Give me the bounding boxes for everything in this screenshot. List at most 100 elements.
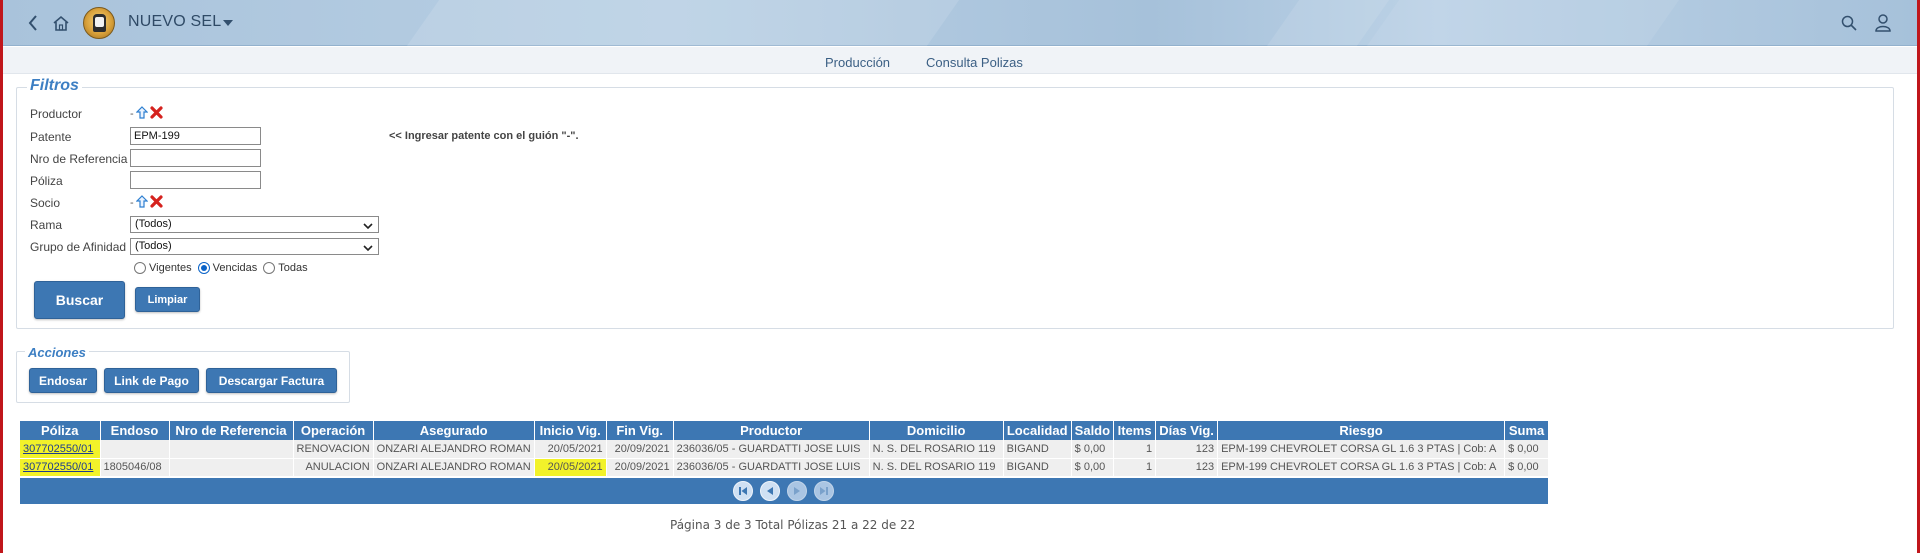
clear-x-icon[interactable] [150, 106, 163, 122]
poliza-cell[interactable]: 307702550/01 [20, 458, 101, 477]
tab-produccion[interactable]: Producción [825, 55, 890, 70]
domicilio-cell: N. S. DEL ROSARIO 119 [869, 458, 1004, 477]
pagination-info: Página 3 de 3 Total Pólizas 21 a 22 de 2… [670, 518, 916, 532]
operacion-cell: RENOVACION [293, 440, 374, 459]
last-page-icon[interactable] [814, 481, 834, 501]
app-title[interactable]: NUEVO SEL [128, 13, 221, 31]
prev-page-icon[interactable] [760, 481, 780, 501]
productor-value: - [130, 108, 134, 120]
back-arrow-icon[interactable] [23, 13, 43, 33]
logo[interactable] [83, 7, 115, 39]
endoso-cell [100, 440, 170, 459]
column-header-nro-referencia[interactable]: Nro de Referencia [169, 421, 294, 440]
fin-vig-cell: 20/09/2021 [606, 440, 674, 459]
patente-input[interactable] [130, 127, 261, 145]
column-header-productor[interactable]: Productor [673, 421, 870, 440]
column-header-dias-vig[interactable]: Días Vig. [1155, 421, 1219, 440]
nav-tabs: Producción Consulta Polizas [3, 47, 1917, 74]
suma-cell: $ 0,00 [1504, 458, 1550, 477]
endosar-button[interactable]: Endosar [29, 368, 97, 393]
header-decoration [406, 0, 960, 46]
chevron-down-icon [363, 242, 373, 257]
dias-vig-cell: 123 [1155, 458, 1219, 477]
limpiar-button[interactable]: Limpiar [135, 287, 200, 312]
asegurado-cell: ONZARI ALEJANDRO ROMAN [373, 440, 535, 459]
endoso-cell: 1805046/08 [100, 458, 170, 477]
socio-label: Socio [30, 196, 61, 210]
select-up-icon[interactable] [135, 106, 149, 122]
user-icon[interactable] [1873, 13, 1893, 33]
link-pago-button[interactable]: Link de Pago [104, 368, 199, 393]
inicio-vig-cell: 20/05/2021 [534, 458, 607, 477]
chevron-down-icon [363, 220, 373, 235]
column-header-domicilio[interactable]: Domicilio [869, 421, 1004, 440]
column-header-fin-vig[interactable]: Fin Vig. [606, 421, 674, 440]
grupo-afinidad-label: Grupo de Afinidad [30, 240, 127, 254]
column-header-operacion[interactable]: Operación [293, 421, 374, 440]
header-decoration [1366, 0, 1680, 46]
riesgo-cell: EPM-199 CHEVROLET CORSA GL 1.6 3 PTAS | … [1217, 440, 1506, 459]
column-header-inicio-vig[interactable]: Inicio Vig. [534, 421, 607, 440]
grupo-afinidad-select-value: (Todos) [135, 240, 172, 252]
top-header-bar: NUEVO SEL [3, 0, 1917, 46]
radio-vigentes[interactable] [134, 262, 146, 274]
poliza-link[interactable]: 307702550/01 [23, 443, 93, 455]
nro-referencia-label: Nro de Referencia [30, 152, 128, 166]
tab-consulta-polizas[interactable]: Consulta Polizas [926, 55, 1023, 70]
productor-cell: 236036/05 - GUARDATTI JOSE LUIS [673, 440, 870, 459]
table-header-row: Póliza Endoso Nro de Referencia Operació… [20, 421, 1550, 440]
vigencia-radio-group: Vigentes Vencidas Todas [134, 262, 308, 274]
table-row[interactable]: 307702550/01 1805046/08 ANULACION ONZARI… [20, 458, 1550, 477]
polizas-table: Póliza Endoso Nro de Referencia Operació… [20, 421, 1550, 477]
localidad-cell: BIGAND [1003, 440, 1072, 459]
inicio-vig-cell: 20/05/2021 [534, 440, 607, 459]
patente-label: Patente [30, 130, 72, 144]
search-icon[interactable] [1839, 13, 1859, 33]
home-icon[interactable] [51, 13, 71, 33]
radio-vigentes-label: Vigentes [149, 262, 192, 274]
filters-panel [16, 87, 1894, 329]
localidad-cell: BIGAND [1003, 458, 1072, 477]
first-page-icon[interactable] [733, 481, 753, 501]
column-header-items[interactable]: Items [1113, 421, 1157, 440]
dias-vig-cell: 123 [1155, 440, 1219, 459]
saldo-cell: $ 0,00 [1071, 440, 1115, 459]
radio-vencidas[interactable] [197, 262, 210, 274]
column-header-poliza[interactable]: Póliza [20, 421, 101, 440]
radio-vencidas-label: Vencidas [212, 262, 258, 274]
chevron-down-icon[interactable] [222, 17, 234, 31]
poliza-cell[interactable]: 307702550/01 [20, 440, 101, 459]
rama-select[interactable]: (Todos) [130, 216, 379, 233]
column-header-saldo[interactable]: Saldo [1071, 421, 1115, 440]
nro-referencia-cell [169, 458, 294, 477]
domicilio-cell: N. S. DEL ROSARIO 119 [869, 440, 1004, 459]
actions-legend: Acciones [25, 345, 89, 360]
column-header-localidad[interactable]: Localidad [1003, 421, 1072, 440]
next-page-icon[interactable] [787, 481, 807, 501]
patente-hint: << Ingresar patente con el guión "-". [389, 130, 579, 142]
items-cell: 1 [1113, 440, 1157, 459]
saldo-cell: $ 0,00 [1071, 458, 1115, 477]
grupo-afinidad-select[interactable]: (Todos) [130, 238, 379, 255]
column-header-riesgo[interactable]: Riesgo [1217, 421, 1506, 440]
clear-x-icon[interactable] [150, 195, 163, 211]
column-header-endoso[interactable]: Endoso [100, 421, 170, 440]
suma-cell: $ 0,00 [1504, 440, 1550, 459]
nro-referencia-input[interactable] [130, 149, 261, 167]
column-header-suma[interactable]: Suma [1504, 421, 1550, 440]
descargar-factura-button[interactable]: Descargar Factura [206, 368, 337, 393]
nro-referencia-cell [169, 440, 294, 459]
socio-value: - [130, 197, 134, 209]
fin-vig-cell: 20/09/2021 [606, 458, 674, 477]
productor-label: Productor [30, 107, 83, 121]
poliza-input[interactable] [130, 171, 261, 189]
table-row[interactable]: 307702550/01 RENOVACION ONZARI ALEJANDRO… [20, 440, 1550, 459]
rama-select-value: (Todos) [135, 218, 172, 230]
productor-cell: 236036/05 - GUARDATTI JOSE LUIS [673, 458, 870, 477]
buscar-button[interactable]: Buscar [34, 281, 125, 319]
select-up-icon[interactable] [135, 195, 149, 211]
filters-legend: Filtros [27, 77, 82, 95]
poliza-link[interactable]: 307702550/01 [23, 461, 93, 473]
column-header-asegurado[interactable]: Asegurado [373, 421, 535, 440]
radio-todas[interactable] [263, 262, 276, 274]
